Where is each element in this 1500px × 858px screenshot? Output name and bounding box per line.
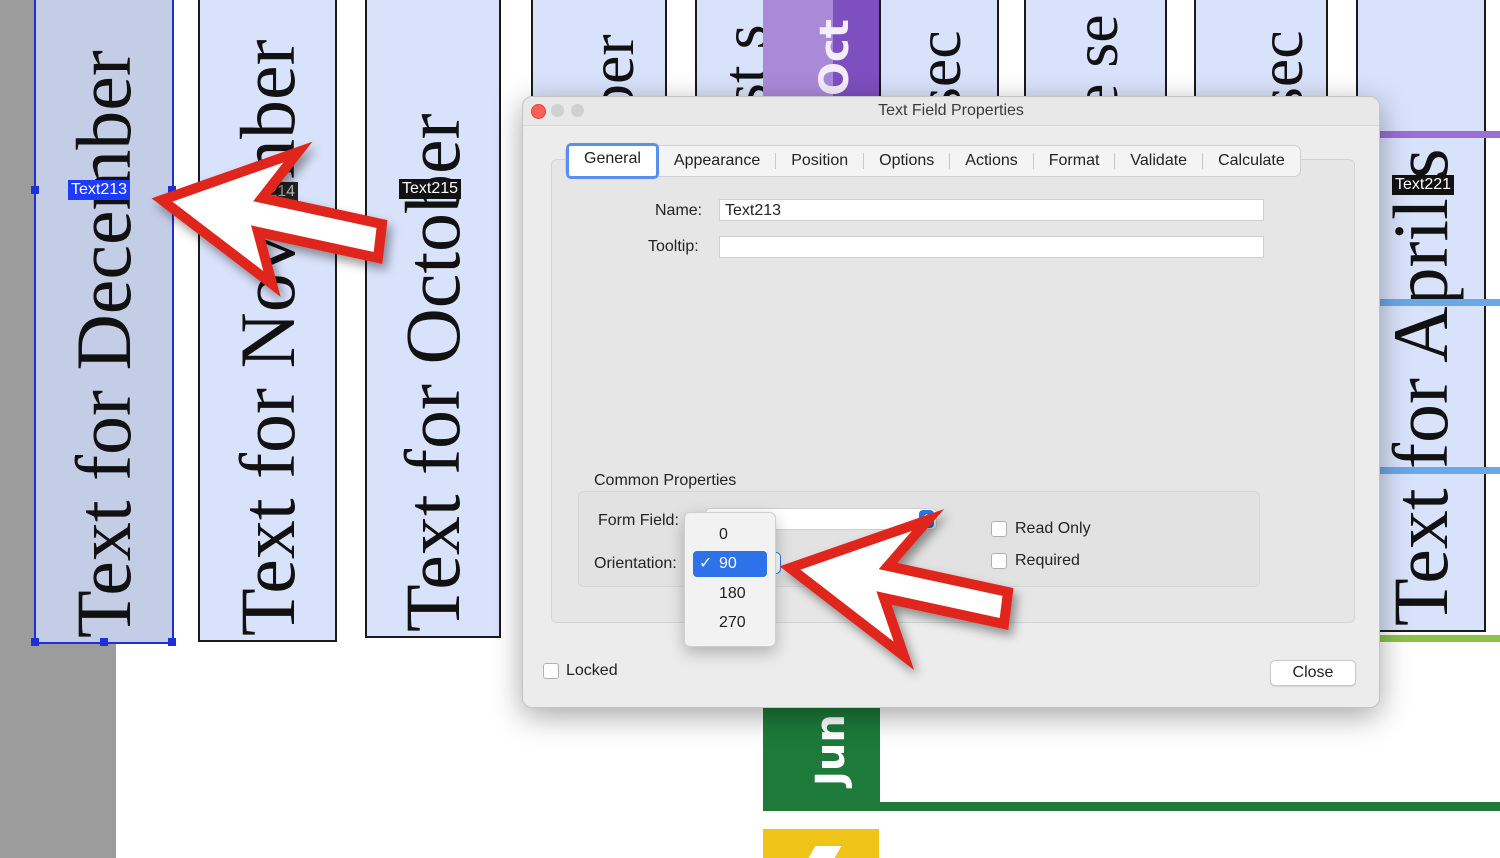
orientation-menu: 0 ✓ 90 180 270: [684, 512, 776, 647]
tab-calculate[interactable]: Calculate: [1203, 146, 1300, 176]
text-field-december[interactable]: Text for December: [34, 0, 174, 644]
tab-actions[interactable]: Actions: [950, 146, 1032, 176]
selection-handle[interactable]: [168, 638, 176, 646]
text-field-july[interactable]: sec: [879, 0, 999, 100]
field-name-tag: Text221: [1392, 175, 1455, 195]
field-text: Text for April s: [1377, 148, 1464, 626]
purple-line: [1380, 131, 1500, 138]
selection-handle[interactable]: [31, 186, 39, 194]
common-properties-title: Common Properties: [594, 472, 737, 489]
orientation-option-180[interactable]: 180: [693, 581, 767, 607]
blue-line: [1380, 467, 1500, 474]
tooltip-label: Tooltip:: [648, 238, 699, 255]
required-label: Required: [1015, 552, 1080, 569]
field-text: st s: [708, 24, 765, 98]
orientation-label: Orientation:: [594, 555, 677, 572]
band-oct-label: Oct: [812, 19, 858, 96]
orientation-option-90[interactable]: ✓ 90: [693, 551, 767, 577]
field-text: Text for December: [60, 50, 147, 638]
tab-options[interactable]: Options: [864, 146, 949, 176]
text-field-june[interactable]: e se: [1024, 0, 1167, 100]
option-label: 90: [719, 555, 737, 572]
orientation-option-270[interactable]: 270: [693, 610, 767, 636]
band-jun-label: Jun: [808, 714, 854, 786]
tooltip-field[interactable]: [719, 236, 1264, 258]
locked-label: Locked: [566, 662, 618, 679]
close-button[interactable]: Close: [1270, 660, 1356, 686]
form-field-label: Form Field:: [598, 512, 679, 529]
field-name-tag: Text214: [236, 182, 299, 202]
text-field-properties-dialog: Text Field Properties General Appearance…: [522, 96, 1380, 708]
selection-handle[interactable]: [31, 638, 39, 646]
field-text: Text for November: [223, 39, 311, 636]
tab-position[interactable]: Position: [776, 146, 863, 176]
locked-checkbox[interactable]: [543, 663, 559, 679]
tab-format[interactable]: Format: [1034, 146, 1115, 176]
read-only-label: Read Only: [1015, 520, 1091, 537]
dialog-title: Text Field Properties: [878, 102, 1024, 119]
field-text: e se: [1059, 14, 1131, 100]
field-name-tag: Text213: [68, 180, 131, 200]
tab-bar: General Appearance Position Options Acti…: [565, 143, 1301, 179]
text-field-may[interactable]: sec: [1194, 0, 1328, 100]
name-field[interactable]: Text213: [719, 199, 1264, 221]
text-field-october[interactable]: Text for October: [365, 0, 501, 638]
checkmark-icon: ✓: [699, 555, 713, 572]
tab-general[interactable]: General: [566, 143, 659, 179]
required-checkbox[interactable]: [991, 553, 1007, 569]
select-stepper-icon: ⌃: [919, 510, 934, 528]
title-bar: Text Field Properties: [523, 97, 1379, 126]
field-text: sec: [1244, 30, 1316, 100]
tab-validate[interactable]: Validate: [1115, 146, 1202, 176]
selection-handle[interactable]: [100, 638, 108, 646]
tab-appearance[interactable]: Appearance: [659, 146, 775, 176]
field-name-tag: Text215: [399, 179, 462, 199]
read-only-checkbox[interactable]: [991, 521, 1007, 537]
blue-line: [1380, 299, 1500, 306]
text-field-september[interactable]: ber: [531, 0, 667, 100]
name-label: Name:: [655, 202, 703, 219]
selection-handle[interactable]: [168, 186, 176, 194]
text-field-august[interactable]: st s: [695, 0, 765, 100]
text-field-november[interactable]: Text for November: [198, 0, 337, 642]
field-text: sec: [903, 30, 974, 100]
field-text: ber: [576, 34, 648, 100]
common-properties-box: [578, 491, 1260, 587]
green-rule: [763, 802, 1500, 811]
green-line: [1380, 635, 1500, 642]
orientation-option-0[interactable]: 0: [693, 522, 767, 548]
